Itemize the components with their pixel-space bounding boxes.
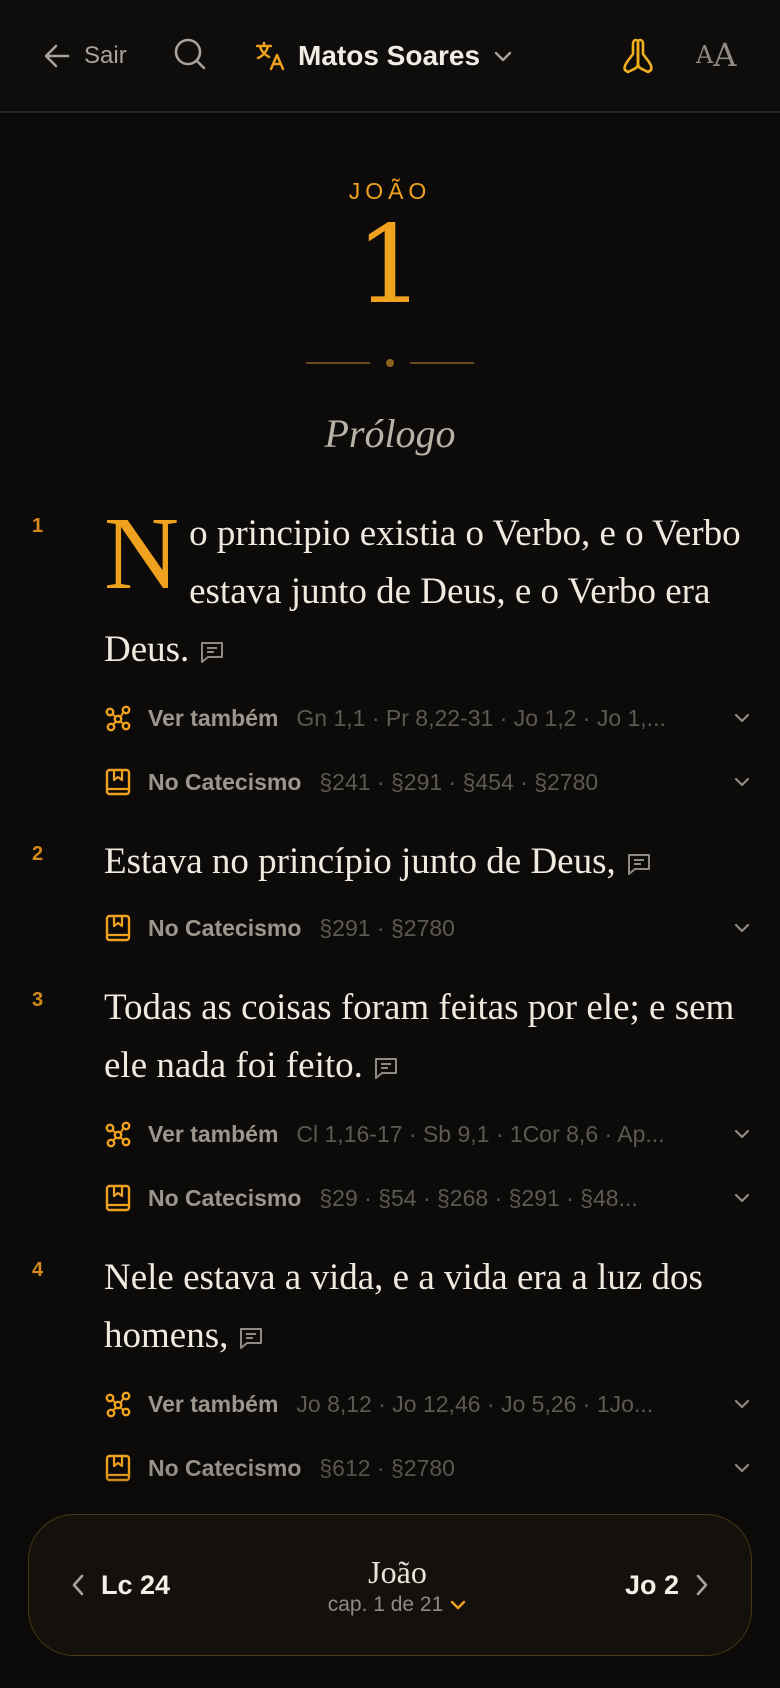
see-also-label: Ver também	[148, 704, 279, 731]
see-also-values: Gn 1,1 · Pr 8,22-31 · Jo 1,2 · Jo 1,...	[296, 704, 666, 731]
chevron-down-icon[interactable]	[730, 1188, 754, 1208]
book-bookmark-icon	[104, 914, 132, 942]
book-bookmark-icon	[104, 1184, 132, 1212]
chapter-info-label: cap. 1 de 21	[327, 1592, 444, 1616]
top-bar: Sair Matos Soares A A	[0, 0, 780, 113]
chevron-down-icon[interactable]	[730, 918, 754, 938]
chevron-down-icon[interactable]	[730, 1458, 754, 1478]
previous-chapter-label: Lc 24	[101, 1569, 171, 1600]
chevron-down-icon	[494, 51, 512, 62]
chapter-picker-button[interactable]: João cap. 1 de 21	[328, 1554, 468, 1617]
ornament-line-left	[306, 362, 370, 364]
catechism-label: No Catecismo	[148, 768, 302, 795]
verse-text[interactable]: No principio existia o Verbo, e o Verbo …	[104, 496, 754, 682]
catechism-row[interactable]: No Catecismo §29 · §54 · §268 · §291 · §…	[104, 1178, 754, 1218]
translation-name: Matos Soares	[298, 40, 481, 71]
next-chapter-button[interactable]: Jo 2	[625, 1570, 711, 1601]
cross-reference-icon	[104, 704, 132, 732]
catechism-values: §29 · §54 · §268 · §291 · §48...	[319, 1184, 638, 1211]
chapter-navigation-bar: Lc 24 João cap. 1 de 21 Jo 2	[28, 1514, 752, 1656]
note-icon[interactable]	[626, 836, 652, 894]
catechism-label: No Catecismo	[148, 914, 302, 941]
font-size-button[interactable]: A A	[696, 36, 736, 74]
font-size-large-label: A	[713, 36, 737, 74]
prayer-button[interactable]	[618, 34, 658, 76]
nav-book-name: João	[368, 1553, 427, 1590]
font-size-small-label: A	[696, 41, 714, 69]
search-button[interactable]	[172, 36, 208, 72]
note-icon[interactable]	[199, 624, 225, 682]
cross-reference-icon	[104, 1120, 132, 1148]
nav-chapter-info: cap. 1 de 21	[328, 1593, 468, 1617]
catechism-row[interactable]: No Catecismo §291 · §2780	[104, 908, 754, 948]
book-bookmark-icon	[104, 768, 132, 796]
note-icon[interactable]	[238, 1310, 264, 1368]
see-also-row[interactable]: Ver também Gn 1,1 · Pr 8,22-31 · Jo 1,2 …	[104, 698, 754, 738]
next-chapter-label: Jo 2	[624, 1569, 679, 1600]
pericope-title: Prólogo	[324, 411, 456, 456]
verse-number: 3	[32, 989, 44, 1011]
drop-cap: N	[104, 496, 180, 611]
see-also-row[interactable]: Ver também Cl 1,16-17 · Sb 9,1 · 1Cor 8,…	[104, 1114, 754, 1154]
verse-text-body: Nele estava a vida, e a vida era a luz d…	[104, 1257, 703, 1356]
chevron-left-icon	[72, 1574, 84, 1596]
chevron-down-icon[interactable]	[730, 1124, 754, 1144]
verse-text-body: Todas as coisas foram feitas por ele; e …	[104, 987, 735, 1086]
catechism-row[interactable]: No Catecismo §241 · §291 · §454 · §2780	[104, 762, 754, 802]
translate-icon	[255, 41, 285, 71]
verse-text[interactable]: Todas as coisas foram feitas por ele; e …	[104, 979, 754, 1098]
previous-chapter-button[interactable]: Lc 24	[69, 1570, 170, 1601]
chevron-down-icon[interactable]	[730, 1394, 754, 1414]
cross-reference-icon	[104, 1390, 132, 1418]
verse-number: 4	[32, 1259, 44, 1281]
verse-text[interactable]: Estava no princípio junto de Deus,	[104, 833, 754, 894]
verse-number: 2	[32, 843, 44, 865]
catechism-values: §612 · §2780	[319, 1454, 455, 1481]
chevron-down-icon[interactable]	[730, 708, 754, 728]
catechism-values: §241 · §291 · §454 · §2780	[319, 768, 599, 795]
catechism-row[interactable]: No Catecismo §612 · §2780	[104, 1448, 754, 1488]
ornament-dot	[386, 359, 394, 367]
see-also-label: Ver também	[148, 1120, 279, 1147]
see-also-values: Jo 8,12 · Jo 12,46 · Jo 5,26 · 1Jo...	[296, 1390, 654, 1417]
catechism-values: §291 · §2780	[319, 914, 455, 941]
verse-text[interactable]: Nele estava a vida, e a vida era a luz d…	[104, 1249, 754, 1368]
book-title: JOÃO	[348, 178, 432, 204]
back-button[interactable]: Sair	[42, 36, 127, 76]
chapter-number: 1	[355, 203, 425, 328]
catechism-label: No Catecismo	[148, 1454, 302, 1481]
see-also-values: Cl 1,16-17 · Sb 9,1 · 1Cor 8,6 · Ap...	[296, 1120, 665, 1147]
praying-hands-icon	[623, 38, 653, 74]
translation-selector[interactable]: Matos Soares	[254, 34, 514, 78]
book-bookmark-icon	[104, 1454, 132, 1482]
chevron-down-icon[interactable]	[730, 772, 754, 792]
note-icon[interactable]	[373, 1040, 399, 1098]
verse-number: 1	[32, 515, 44, 537]
search-icon	[174, 38, 206, 70]
see-also-row[interactable]: Ver também Jo 8,12 · Jo 12,46 · Jo 5,26 …	[104, 1384, 754, 1424]
back-label: Sair	[84, 42, 127, 69]
see-also-label: Ver também	[148, 1390, 279, 1417]
chevron-right-icon	[696, 1574, 708, 1596]
ornament-line-right	[410, 362, 474, 364]
catechism-label: No Catecismo	[148, 1184, 302, 1211]
chevron-down-icon	[451, 1600, 466, 1609]
arrow-left-icon	[44, 44, 70, 68]
verse-text-body: Estava no princípio junto de Deus,	[104, 841, 616, 882]
